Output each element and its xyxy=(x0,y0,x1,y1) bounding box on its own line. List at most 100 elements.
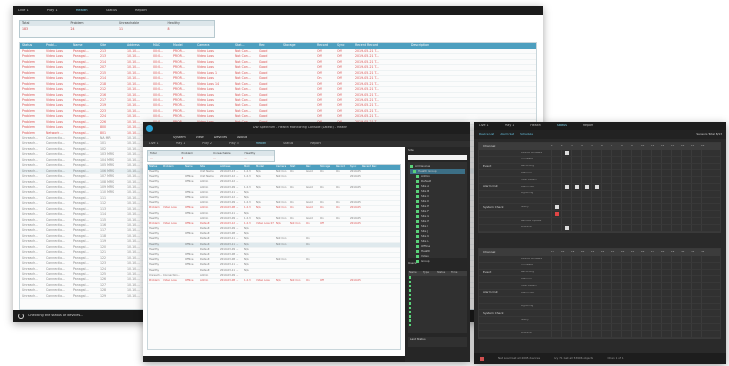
channel-cell[interactable] xyxy=(611,177,621,184)
channel-cell[interactable] xyxy=(611,163,621,170)
channel-cell[interactable] xyxy=(691,323,701,330)
channel-cell[interactable] xyxy=(641,197,651,204)
channel-cell[interactable] xyxy=(661,283,671,290)
channel-cell[interactable] xyxy=(631,330,641,337)
channel-cell[interactable] xyxy=(661,204,671,211)
channel-cell[interactable] xyxy=(691,269,701,276)
channel-cell[interactable] xyxy=(601,296,611,303)
channel-cell[interactable] xyxy=(691,149,701,156)
channel-cell[interactable] xyxy=(681,190,691,197)
channel-cell[interactable] xyxy=(631,170,641,177)
tab-play-1[interactable]: Play 1 xyxy=(176,142,186,145)
channel-cell[interactable] xyxy=(641,276,651,283)
channel-cell[interactable] xyxy=(591,262,601,269)
channel-cell[interactable] xyxy=(611,269,621,276)
channel-cell[interactable] xyxy=(561,183,571,190)
channel-cell[interactable] xyxy=(591,149,601,156)
channel-cell[interactable] xyxy=(591,330,601,337)
channel-cell[interactable] xyxy=(621,296,631,303)
channel-cell[interactable] xyxy=(561,276,571,283)
channel-cell[interactable] xyxy=(651,177,661,184)
channel-cell[interactable] xyxy=(661,183,671,190)
channel-cell[interactable] xyxy=(631,217,641,224)
channel-cell[interactable] xyxy=(621,283,631,290)
channel-cell[interactable] xyxy=(641,163,651,170)
channel-cell[interactable] xyxy=(611,156,621,163)
channel-cell[interactable] xyxy=(611,262,621,269)
channel-cell[interactable] xyxy=(641,310,651,317)
channel-cell[interactable] xyxy=(671,310,681,317)
channel-cell[interactable] xyxy=(571,255,581,262)
channel-cell[interactable] xyxy=(591,283,601,290)
channel-cell[interactable] xyxy=(561,211,571,218)
channel-cell[interactable] xyxy=(581,310,591,317)
channel-cell[interactable] xyxy=(561,217,571,224)
channel-cell[interactable] xyxy=(571,323,581,330)
channel-cell[interactable] xyxy=(701,262,711,269)
channel-cell[interactable] xyxy=(551,317,561,324)
channel-cell[interactable] xyxy=(701,197,711,204)
channel-cell[interactable] xyxy=(621,330,631,337)
channel-cell[interactable] xyxy=(671,330,681,337)
channel-cell[interactable] xyxy=(661,276,671,283)
channel-cell[interactable] xyxy=(551,283,561,290)
channel-cell[interactable] xyxy=(661,262,671,269)
column-header[interactable]: Recent Rec xyxy=(361,165,391,170)
channel-cell[interactable] xyxy=(651,217,661,224)
tab-report[interactable]: Report xyxy=(310,142,321,145)
channel-cell[interactable] xyxy=(681,296,691,303)
channel-cell[interactable] xyxy=(581,317,591,324)
channel-cell[interactable] xyxy=(671,289,681,296)
channel-cell[interactable] xyxy=(611,197,621,204)
channel-cell[interactable] xyxy=(641,156,651,163)
channel-cell[interactable] xyxy=(701,170,711,177)
channel-cell[interactable] xyxy=(551,190,561,197)
channel-cell[interactable] xyxy=(571,217,581,224)
menu-about[interactable]: About xyxy=(237,136,247,139)
channel-cell[interactable] xyxy=(671,317,681,324)
channel-cell[interactable] xyxy=(581,177,591,184)
channel-cell[interactable] xyxy=(661,190,671,197)
channel-cell[interactable] xyxy=(701,149,711,156)
channel-cell[interactable] xyxy=(571,289,581,296)
channel-cell[interactable] xyxy=(621,303,631,310)
channel-cell[interactable] xyxy=(661,217,671,224)
channel-cell[interactable] xyxy=(561,177,571,184)
tab-report[interactable]: Report xyxy=(583,124,594,127)
channel-cell[interactable] xyxy=(601,149,611,156)
tab-status[interactable]: Status xyxy=(557,124,567,127)
channel-cell[interactable] xyxy=(651,255,661,262)
channel-cell[interactable] xyxy=(591,269,601,276)
channel-cell[interactable] xyxy=(631,303,641,310)
channel-cell[interactable] xyxy=(601,170,611,177)
channel-cell[interactable] xyxy=(691,310,701,317)
channel-cell[interactable] xyxy=(581,183,591,190)
channel-cell[interactable] xyxy=(681,289,691,296)
channel-cell[interactable] xyxy=(571,262,581,269)
channel-cell[interactable] xyxy=(551,163,561,170)
channel-cell[interactable] xyxy=(651,276,661,283)
channel-cell[interactable] xyxy=(691,190,701,197)
channel-cell[interactable] xyxy=(551,296,561,303)
channel-cell[interactable] xyxy=(681,323,691,330)
channel-cell[interactable] xyxy=(561,197,571,204)
channel-cell[interactable] xyxy=(611,317,621,324)
channel-cell[interactable] xyxy=(661,211,671,218)
channel-cell[interactable] xyxy=(681,197,691,204)
channel-cell[interactable] xyxy=(661,323,671,330)
channel-cell[interactable] xyxy=(681,317,691,324)
channel-cell[interactable] xyxy=(631,310,641,317)
list-item[interactable] xyxy=(408,323,467,327)
channel-cell[interactable] xyxy=(551,170,561,177)
channel-cell[interactable] xyxy=(701,190,711,197)
channel-cell[interactable] xyxy=(611,255,621,262)
channel-cell[interactable] xyxy=(621,276,631,283)
channel-cell[interactable] xyxy=(641,283,651,290)
channel-cell[interactable] xyxy=(591,211,601,218)
channel-cell[interactable] xyxy=(701,269,711,276)
channel-cell[interactable] xyxy=(611,289,621,296)
channel-cell[interactable] xyxy=(611,303,621,310)
channel-cell[interactable] xyxy=(681,276,691,283)
channel-cell[interactable] xyxy=(681,269,691,276)
channel-cell[interactable] xyxy=(581,330,591,337)
